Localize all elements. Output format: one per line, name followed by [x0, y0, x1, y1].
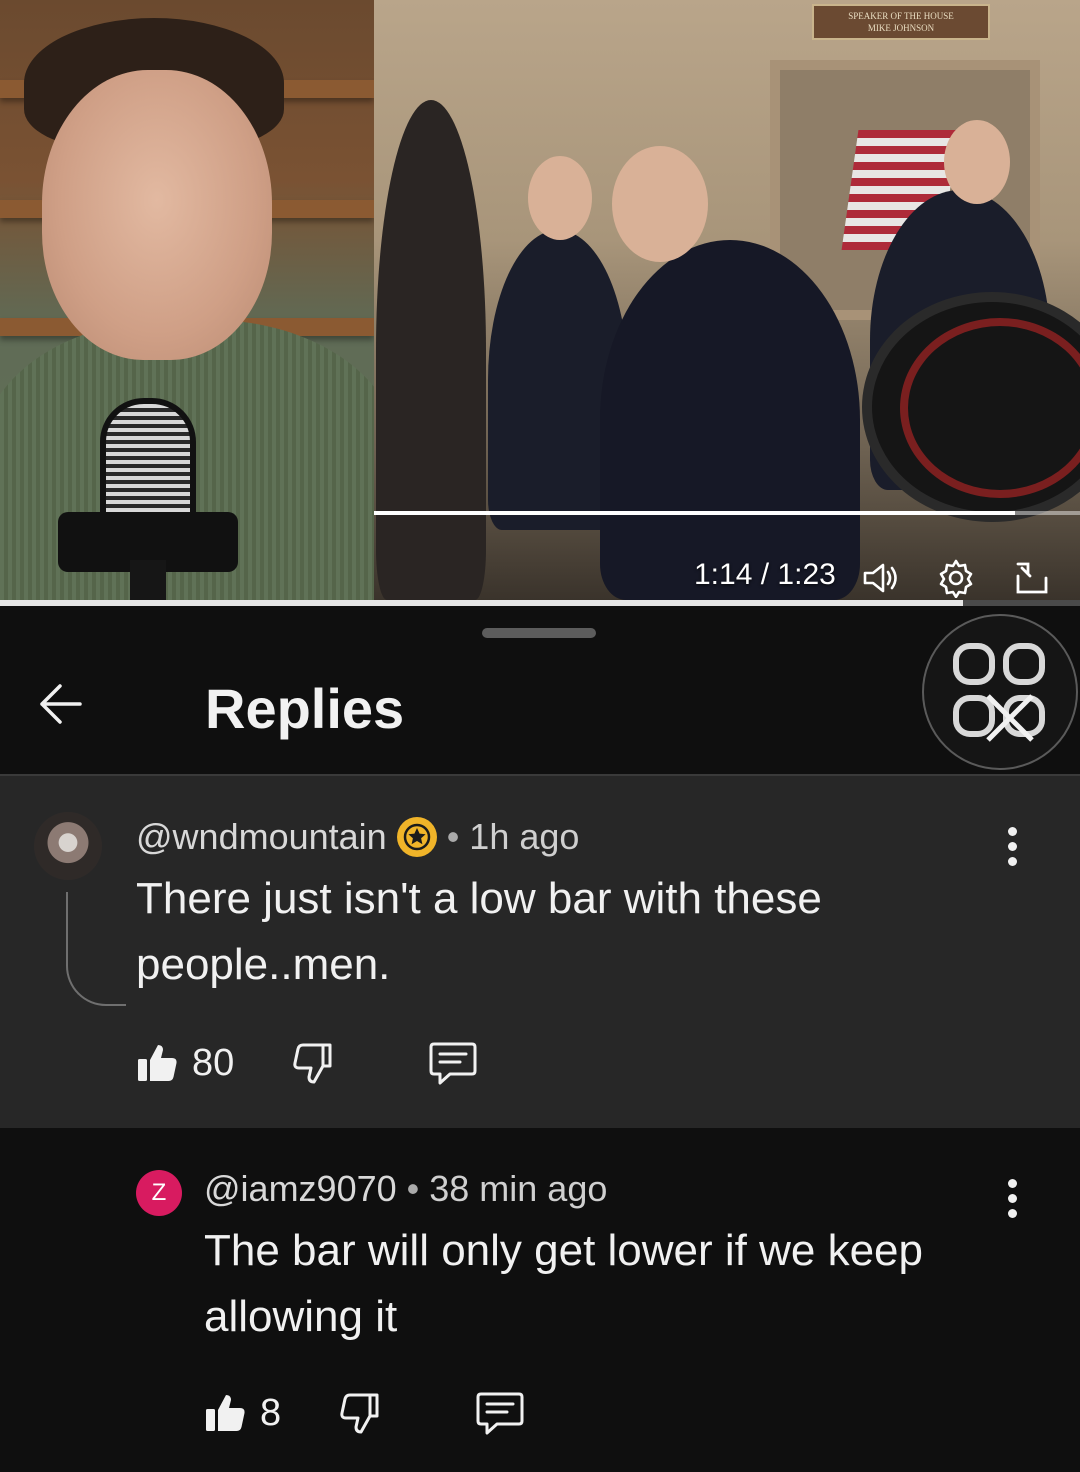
time-separator: / — [760, 558, 770, 591]
scrub-fill — [374, 511, 1016, 515]
like-button[interactable]: 80 — [136, 1041, 234, 1085]
current-time: 1:14 — [694, 558, 753, 591]
volume-icon[interactable] — [860, 558, 900, 598]
more-options-button[interactable] — [992, 816, 1032, 876]
thread-connector-line — [66, 892, 126, 1006]
reply-button[interactable] — [428, 1040, 478, 1086]
reply-button[interactable] — [475, 1390, 525, 1436]
star-badge-icon — [396, 817, 437, 857]
more-dot-icon — [1007, 841, 1017, 851]
replies-panel: Replies @wndmountain • 1h ago There just… — [0, 606, 1080, 1472]
comment-text-line: The bar will only get lower if we keep — [204, 1226, 923, 1275]
reply-comment-icon — [429, 1042, 477, 1085]
more-dot-icon — [1007, 1193, 1017, 1203]
comment-meta: @wndmountain • 1h ago — [136, 816, 579, 858]
comment-actions: 8 — [204, 1390, 525, 1436]
person-head — [944, 120, 1010, 204]
reply-comment[interactable]: Z @iamz9070 • 38 min ago The bar will on… — [0, 1128, 1080, 1472]
comment[interactable]: @wndmountain • 1h ago There just isn't a… — [0, 776, 1080, 1128]
fullscreen-icon[interactable] — [1012, 558, 1052, 598]
comment-text-line: people..men. — [136, 940, 391, 989]
comment-text: There just isn't a low bar with these pe… — [136, 866, 822, 998]
comment-time: 38 min ago — [429, 1168, 608, 1209]
dislike-button[interactable] — [290, 1040, 336, 1086]
more-options-button[interactable] — [992, 1168, 1032, 1228]
comment-author[interactable]: @wndmountain — [136, 816, 387, 858]
person-speaker — [600, 240, 860, 600]
office-sign: SPEAKER OF THE HOUSE MIKE JOHNSON — [812, 4, 990, 40]
comment-text: The bar will only get lower if we keep a… — [204, 1218, 923, 1350]
person-head — [528, 156, 592, 240]
comment-text-line: allowing it — [204, 1292, 398, 1341]
comment-time: 1h ago — [469, 816, 580, 857]
meta-separator: • — [406, 1168, 420, 1209]
avatar[interactable]: Z — [136, 1170, 182, 1216]
time-display: 1:14 / 1:23 — [694, 558, 836, 592]
scrub-bar[interactable] — [374, 511, 1080, 515]
comment-author[interactable]: @iamz9070 — [204, 1168, 397, 1210]
reply-comment-icon — [476, 1392, 524, 1435]
miniplayer-close-icon — [953, 643, 1045, 742]
person-head — [612, 146, 708, 262]
svg-text:MIKE JOHNSON: MIKE JOHNSON — [868, 23, 935, 33]
thumbs-up-icon — [206, 1395, 245, 1431]
comment-meta: @iamz9070 • 38 min ago — [204, 1168, 607, 1210]
more-dot-icon — [1007, 1208, 1017, 1218]
dislike-button[interactable] — [337, 1390, 383, 1436]
comment-text-line: There just isn't a low bar with these — [136, 874, 822, 923]
comment-actions: 80 — [136, 1040, 478, 1086]
drag-handle[interactable] — [482, 628, 596, 638]
avatar[interactable] — [34, 812, 102, 880]
more-dot-icon — [1007, 826, 1017, 836]
like-count: 80 — [192, 1041, 235, 1084]
settings-gear-icon[interactable] — [936, 558, 976, 599]
panel-title: Replies — [205, 677, 405, 740]
more-dot-icon — [1007, 1178, 1017, 1188]
like-button[interactable]: 8 — [204, 1391, 281, 1435]
duration: 1:23 — [777, 558, 836, 591]
video-frame-left — [0, 0, 400, 606]
thumbs-down-icon — [340, 1393, 379, 1434]
meta-separator: • — [446, 816, 460, 857]
arrow-left-icon — [40, 684, 82, 724]
more-dot-icon — [1007, 856, 1017, 866]
thumbs-down-icon — [293, 1043, 332, 1084]
person-reporter — [376, 100, 486, 600]
presenter-face — [42, 70, 272, 360]
miniplayer-close-button[interactable] — [922, 614, 1078, 770]
like-count: 8 — [260, 1391, 282, 1434]
thumbs-up-icon — [138, 1045, 177, 1081]
video-player[interactable]: SPEAKER OF THE HOUSE MIKE JOHNSON 1:14 /… — [0, 0, 1080, 606]
svg-text:SPEAKER OF THE HOUSE: SPEAKER OF THE HOUSE — [848, 11, 954, 21]
back-button[interactable] — [30, 674, 106, 734]
